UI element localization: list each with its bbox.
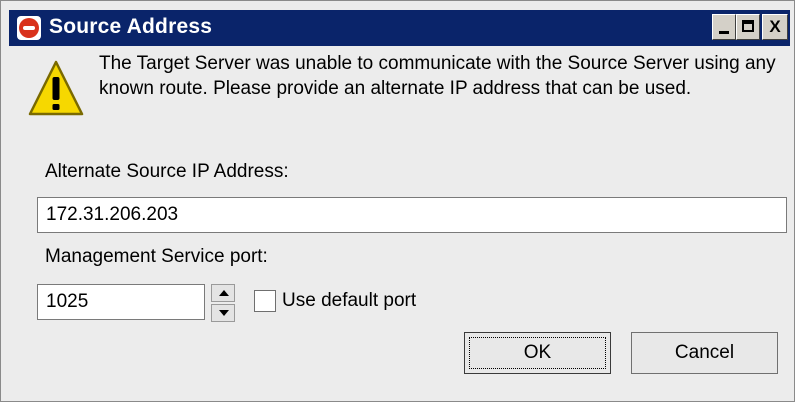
cancel-button[interactable]: Cancel <box>631 332 778 374</box>
arrow-up-icon <box>219 290 229 296</box>
focus-rectangle <box>469 337 606 369</box>
alternate-ip-input[interactable] <box>37 197 787 233</box>
window-title: Source Address <box>49 15 213 38</box>
use-default-port-checkbox[interactable] <box>254 290 276 312</box>
alternate-ip-label: Alternate Source IP Address: <box>45 161 289 182</box>
close-icon: X <box>769 17 781 36</box>
maximize-icon <box>742 20 754 32</box>
cancel-label: Cancel <box>674 342 735 363</box>
maximize-button[interactable] <box>736 14 760 40</box>
use-default-port-label[interactable]: Use default port <box>282 290 416 312</box>
ok-button[interactable]: OK <box>464 332 611 374</box>
spin-down-button[interactable] <box>211 304 235 322</box>
spin-up-button[interactable] <box>211 284 235 302</box>
port-spinner <box>211 284 235 322</box>
title-bar[interactable]: Source Address X <box>9 10 790 46</box>
source-address-dialog: Source Address X The Target Server was u… <box>0 0 795 402</box>
minimize-button[interactable] <box>712 14 736 40</box>
management-port-input[interactable] <box>37 284 205 320</box>
warning-icon <box>28 60 84 116</box>
error-message: The Target Server was unable to communic… <box>99 53 776 99</box>
management-port-label: Management Service port: <box>45 246 268 267</box>
app-icon <box>17 16 41 40</box>
minimize-icon <box>719 31 729 34</box>
close-button[interactable]: X <box>762 14 788 40</box>
arrow-down-icon <box>219 310 229 316</box>
